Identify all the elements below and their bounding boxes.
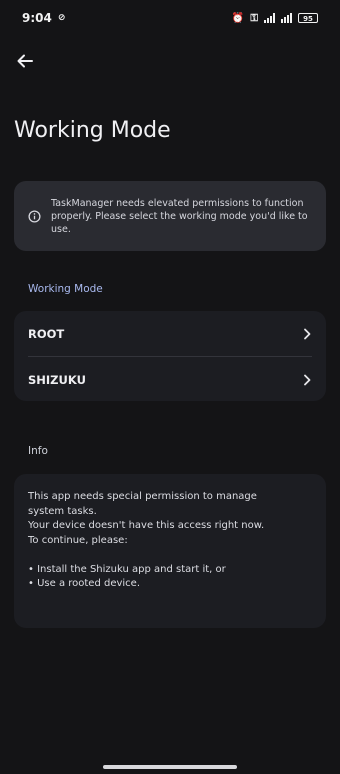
vpn-key-icon: ⚿ — [250, 12, 258, 24]
signal-icon — [264, 13, 275, 23]
back-button[interactable] — [12, 48, 38, 74]
working-mode-list: ROOT SHIZUKU — [14, 311, 326, 401]
info-line: To continue, please: — [28, 534, 128, 546]
info-line: • Use a rooted device. — [28, 578, 140, 589]
home-indicator[interactable] — [103, 765, 237, 769]
back-arrow-icon — [17, 54, 33, 68]
mode-option-root[interactable]: ROOT — [14, 311, 326, 356]
mode-option-shizuku[interactable]: SHIZUKU — [14, 357, 326, 401]
notice-text: TaskManager needs elevated permissions t… — [51, 197, 308, 235]
info-line: This app needs special permission to man… — [28, 491, 257, 502]
status-bar: 9:04 ⊘ ⏰ ⚿ 95 — [0, 0, 340, 36]
chevron-right-icon — [304, 374, 311, 385]
chevron-right-icon — [304, 328, 311, 339]
info-line: • Install the Shizuku app and start it, … — [28, 563, 226, 575]
notification-icon: ⊘ — [57, 13, 66, 23]
mode-option-label: ROOT — [28, 326, 65, 341]
info-label: Info — [28, 445, 48, 457]
status-left: 9:04 ⊘ — [22, 11, 65, 25]
info-card: This app needs special permission to man… — [14, 474, 326, 628]
status-time: 9:04 — [22, 11, 52, 25]
info-line: Your device doesn't have this access rig… — [28, 520, 265, 531]
info-icon — [28, 209, 41, 223]
status-right: ⏰ ⚿ 95 — [232, 13, 318, 24]
info-line-spacer — [28, 548, 312, 563]
working-mode-label: Working Mode — [28, 283, 103, 295]
wifi-icon — [281, 13, 292, 23]
alarm-icon: ⏰ — [231, 12, 245, 24]
mode-option-label: SHIZUKU — [28, 372, 86, 387]
battery-icon: 95 — [298, 13, 318, 23]
info-line: system tasks. — [28, 505, 97, 517]
page-title: Working Mode — [14, 118, 171, 143]
notice-card: TaskManager needs elevated permissions t… — [14, 181, 326, 251]
